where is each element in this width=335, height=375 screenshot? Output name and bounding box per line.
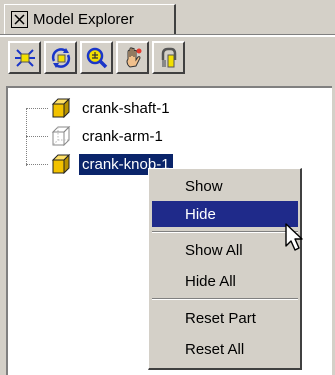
- tree-item-crank-shaft[interactable]: crank-shaft-1: [26, 97, 173, 119]
- menu-item-reset-part[interactable]: Reset Part: [152, 305, 298, 331]
- tree-item-label: crank-shaft-1: [82, 99, 170, 117]
- wireframe-cube-icon: [50, 125, 72, 147]
- solid-cube-icon: [50, 153, 72, 175]
- pan-hand-icon: [125, 46, 141, 68]
- explode-button[interactable]: [8, 41, 41, 74]
- menu-item-reset-all[interactable]: Reset All: [152, 336, 298, 362]
- menu-item-show[interactable]: Show: [152, 173, 298, 199]
- zoom-icon: [86, 47, 107, 68]
- model-explorer-tab[interactable]: Model Explorer: [4, 4, 176, 34]
- rotate-button[interactable]: [44, 41, 77, 74]
- rotate-icon: [51, 47, 70, 68]
- menu-item-hide[interactable]: Hide: [152, 201, 298, 227]
- menu-separator: [152, 231, 298, 233]
- fit-icon: [161, 47, 176, 67]
- fit-button[interactable]: [152, 41, 185, 74]
- tab-divider: [0, 34, 335, 37]
- tab-title: Model Explorer: [33, 11, 134, 28]
- tree-item-crank-arm[interactable]: crank-arm-1: [26, 125, 166, 147]
- context-menu: Show Hide Show All Hide All Reset Part R…: [148, 168, 302, 370]
- menu-item-hide-all[interactable]: Hide All: [152, 268, 298, 294]
- solid-cube-icon: [50, 97, 72, 119]
- pointer-cursor-icon: [285, 223, 303, 251]
- explode-icon: [14, 48, 35, 67]
- tree-item-label: crank-arm-1: [82, 127, 163, 145]
- menu-item-show-all[interactable]: Show All: [152, 237, 298, 263]
- zoom-button[interactable]: [80, 41, 113, 74]
- toolbar: [8, 41, 185, 77]
- menu-separator: [152, 298, 298, 300]
- close-icon[interactable]: [11, 11, 28, 28]
- pan-button[interactable]: [116, 41, 149, 74]
